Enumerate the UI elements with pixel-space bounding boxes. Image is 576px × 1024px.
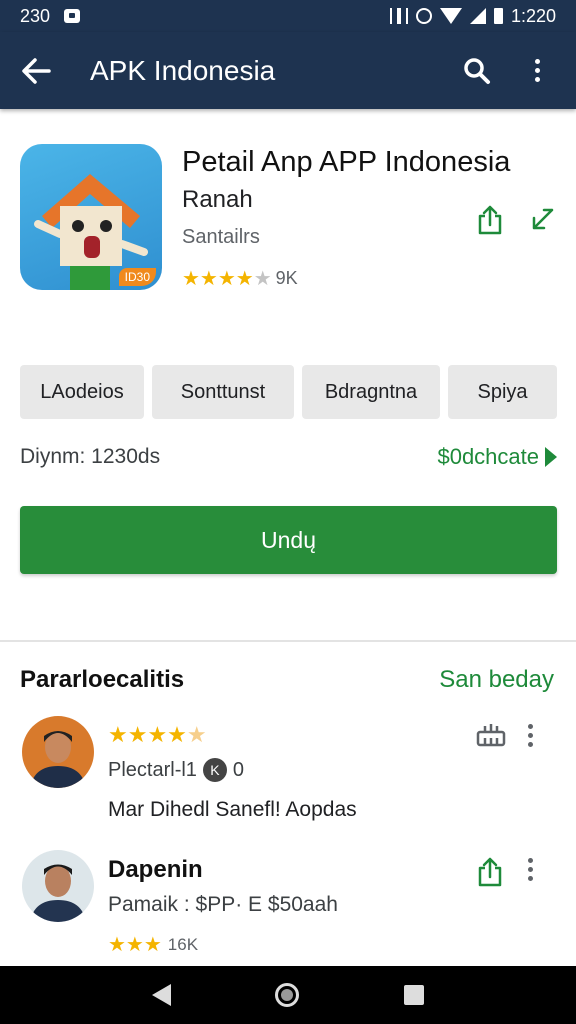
person-avatar-icon [30,731,86,788]
chevron-right-icon [545,447,557,467]
app-category: Santailrs [182,226,260,248]
app-header: ID30 Petail Anp APP Indonesia Ranah Sant… [20,144,560,294]
review-count: 16K [167,934,199,954]
share-icon [478,857,502,887]
more-vert-icon [528,858,533,881]
person-avatar-icon [30,864,86,922]
review-stars: ★★★ 16K [108,934,199,956]
share-icon [478,205,502,235]
review-more-button[interactable] [528,858,533,881]
review-meta-label: Plectarl-l1 [108,758,197,781]
avatar[interactable] [22,850,94,922]
review-meta-value: 0 [232,758,245,781]
more-vert-icon [528,724,533,747]
review-stars: ★★★★★ [108,722,207,747]
rating-count: 9K [275,268,298,288]
edit-button[interactable] [530,206,556,237]
review-more-button[interactable] [528,724,533,747]
edit-icon [532,208,554,230]
app-icon[interactable]: ID30 [20,144,162,290]
downloads-count: Diynm: 1230ds [20,445,161,468]
notification-icon [64,9,81,23]
signal-icon [469,8,486,24]
more-vert-icon [534,59,540,82]
helpful-button[interactable] [476,722,506,753]
meta-badge: K [202,758,227,782]
avatar[interactable] [22,716,94,788]
share-button[interactable] [476,204,504,241]
nav-recents-icon[interactable] [403,985,424,1005]
system-nav-bar [0,966,576,1024]
category-chips: LAodeios Sonttunst Bdragntna Spiya [20,365,557,419]
status-time-right: 1:220 [510,5,556,26]
see-all-link[interactable]: San beday [439,666,554,694]
wifi-icon [439,8,462,24]
chip-1[interactable]: LAodeios [20,365,144,419]
share-button[interactable] [476,856,504,893]
battery-icon [493,8,503,24]
review-subtitle: Pamaik : $PP· E $50aah [108,893,338,916]
downloads-link[interactable]: $0dchcate [437,444,557,470]
chip-3[interactable]: Bdragntna [302,365,440,419]
more-options-button[interactable] [516,50,558,92]
install-button[interactable]: Undų [20,506,557,574]
review-item: Dapenin Pamaik : $PP· E $50aah ★★★ 16K [20,850,560,960]
search-button[interactable] [456,50,498,92]
review-item: ★★★★★ Plectarl-l1 K 0 Mar Dihedl Sanefl!… [20,716,560,826]
alarm-icon [415,8,432,24]
thumbs-icon [476,724,506,747]
search-icon [464,57,490,84]
downloads-row: Diynm: 1230ds $0dchcate [20,443,557,471]
review-text: Mar Dihedl Sanefl! Aopdas [108,798,357,821]
top-app-bar: APK Indonesia [0,32,576,109]
reviews-title: Pararloecalitis [20,666,185,693]
arrow-left-icon [22,57,51,84]
app-name: Petail Anp APP Indonesia [182,146,511,178]
rating-stars: ★★★★★ [182,268,272,290]
chip-4[interactable]: Spiya [448,365,557,419]
vibrate-icon [389,8,408,24]
app-rating: ★★★★★ 9K [182,266,298,291]
app-developer[interactable]: Ranah [182,186,253,214]
status-time-left: 230 [20,5,51,26]
chip-2[interactable]: Sonttunst [152,365,294,419]
back-button[interactable] [0,32,72,109]
nav-home-icon[interactable] [275,983,300,1007]
status-bar: 230 1:220 [0,0,576,32]
section-divider [0,640,576,642]
nav-back-icon[interactable] [152,984,172,1006]
reviewer-name: Dapenin [108,856,203,883]
downloads-link-label: $0dchcate [437,444,539,469]
review-meta: Plectarl-l1 K 0 [108,758,244,782]
app-bar-title: APK Indonesia [90,54,276,86]
